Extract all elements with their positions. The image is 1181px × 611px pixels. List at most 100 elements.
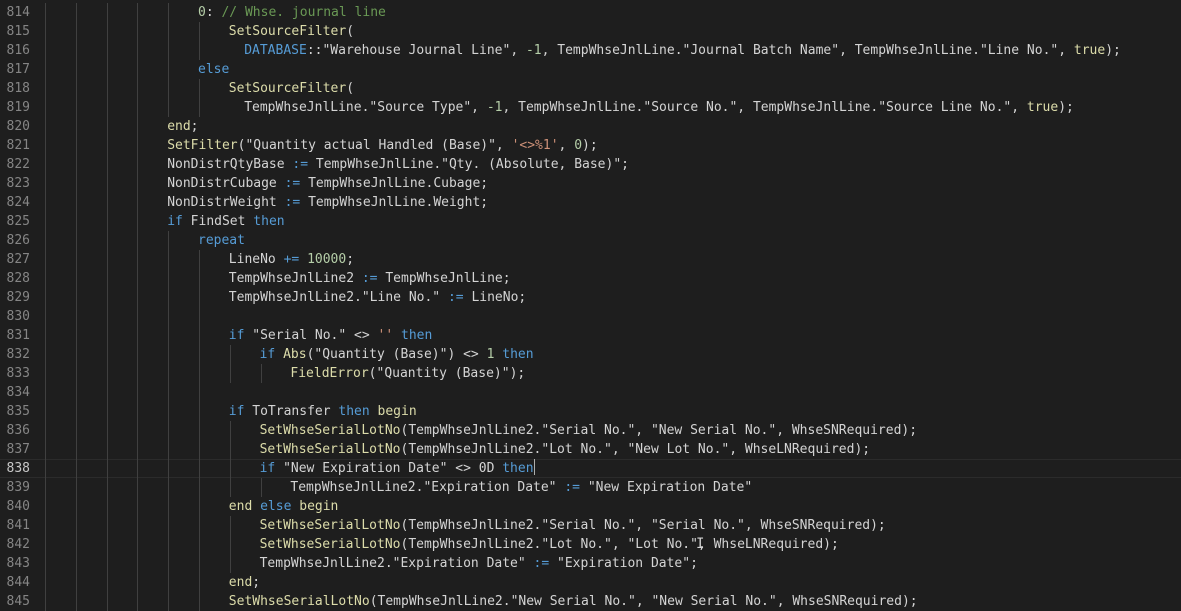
code-line[interactable]: 826 repeat — [0, 231, 1181, 250]
code-line[interactable]: 814 0: // Whse. journal line — [0, 3, 1181, 22]
code-token: := — [556, 480, 588, 495]
indent-guide — [45, 231, 46, 250]
code-line[interactable]: 822 NonDistrQtyBase := TempWhseJnlLine."Q… — [0, 155, 1181, 174]
code-line[interactable]: 816 DATABASE::"Warehouse Journal Line", -… — [0, 41, 1181, 60]
code-token: "Expiration Date" — [557, 556, 691, 571]
code-token: := — [440, 290, 472, 305]
indent-guide — [229, 421, 231, 440]
code-line[interactable]: 819 TempWhseJnlLine. "Source Type", -1, Te… — [0, 98, 1181, 117]
code-text: TempWhseJnlLine2."Line No." := LineNo; — [229, 288, 526, 307]
code-token: ; — [502, 271, 511, 286]
code-editor[interactable]: 814 0: // Whse. journal line 815 SetSourceF… — [0, 0, 1181, 611]
code-token: , — [558, 138, 575, 153]
code-line[interactable]: 818 SetSourceFilter( — [0, 79, 1181, 98]
code-line[interactable]: 842 SetWhseSerialLotNo(TempWhseJnlLine2."… — [0, 535, 1181, 554]
code-line[interactable]: 825 if FindSet then — [0, 212, 1181, 231]
code-line[interactable]: 821 SetFilter("Quantity actual Handled (B… — [0, 136, 1181, 155]
code-line[interactable]: 830 — [0, 307, 1181, 326]
indent-guide — [137, 421, 139, 440]
code-line[interactable]: 828 TempWhseJnlLine2 := TempWhseJnlLine; — [0, 269, 1181, 288]
code-token: , — [635, 518, 651, 533]
indent-guide — [168, 3, 170, 22]
code-text: SetWhseSerialLotNo(TempWhseJnlLine2."Lot… — [260, 535, 839, 554]
indent-guide — [45, 136, 46, 155]
code-line[interactable]: 838 if "New Expiration Date" <> 0D then — [0, 459, 1181, 478]
indent-guide — [137, 383, 139, 402]
code-token: , — [737, 100, 753, 115]
code-line[interactable]: 820 end; — [0, 117, 1181, 136]
code-token: "Qty. (Absolute, Base)" — [441, 157, 622, 172]
code-line[interactable]: 836 SetWhseSerialLotNo(TempWhseJnlLine2."… — [0, 421, 1181, 440]
code-line[interactable]: 824 NonDistrWeight := TempWhseJnlLine.Wei… — [0, 193, 1181, 212]
line-number: 815 — [6, 24, 30, 39]
code-token: . — [433, 157, 442, 172]
line-number: 845 — [6, 594, 30, 609]
code-token: TempWhseJnlLine — [308, 176, 426, 191]
code-line[interactable]: 840 end else begin — [0, 497, 1181, 516]
code-token: TempWhseJnlLine — [308, 195, 426, 210]
indent-guide — [137, 440, 139, 459]
code-token: ); — [901, 594, 918, 609]
indent-guide — [106, 136, 108, 155]
indent-guide — [45, 459, 46, 478]
indent-guide — [75, 22, 77, 41]
indent-guide — [199, 307, 200, 326]
code-line[interactable]: 843 TempWhseJnlLine2."Expiration Date" :=… — [0, 554, 1181, 573]
indent-guide — [168, 459, 170, 478]
indent-guide — [168, 79, 170, 98]
code-token: SetWhseSerialLotNo — [259, 518, 401, 533]
indent-guide — [168, 250, 170, 269]
code-line[interactable]: 835 if ToTransfer then begin — [0, 402, 1181, 421]
code-text: LineNo += 10000; — [229, 250, 354, 269]
indent-guide — [106, 440, 108, 459]
indent-guide — [45, 212, 46, 231]
line-number: 826 — [6, 233, 30, 248]
code-line[interactable]: 837 SetWhseSerialLotNo(TempWhseJnlLine2."… — [0, 440, 1181, 459]
indent-guide — [199, 554, 200, 573]
text-cursor-icon: I — [696, 536, 705, 552]
code-line[interactable]: 815 SetSourceFilter( — [0, 22, 1181, 41]
code-token: "New Lot No." — [627, 442, 730, 457]
code-line[interactable]: 817 else — [0, 60, 1181, 79]
code-token: end — [228, 499, 253, 514]
code-token: "Lot No." — [541, 537, 612, 552]
code-token: += — [275, 252, 308, 267]
code-line[interactable]: 832 if Abs("Quantity (Base)") <> 1 then — [0, 345, 1181, 364]
code-token: Abs — [283, 347, 307, 362]
code-line[interactable]: 833 FieldError("Quantity (Base)"); — [0, 364, 1181, 383]
code-line[interactable]: 831 if "Serial No." <> '' then — [0, 326, 1181, 345]
line-number: 831 — [6, 328, 30, 343]
indent-guide — [106, 592, 108, 611]
indent-guide — [45, 535, 46, 554]
line-number: 835 — [6, 404, 30, 419]
code-token: 0 — [574, 138, 583, 153]
code-token: then — [401, 328, 433, 343]
code-line[interactable]: 839 TempWhseJnlLine2."Expiration Date" :=… — [0, 478, 1181, 497]
indent-guide — [106, 307, 108, 326]
code-token: SetSourceFilter — [228, 81, 347, 96]
code-line[interactable]: 845 SetWhseSerialLotNo(TempWhseJnlLine2."… — [0, 592, 1181, 611]
code-token: then — [502, 347, 534, 362]
code-token: if — [259, 461, 276, 476]
code-line[interactable]: 841 SetWhseSerialLotNo(TempWhseJnlLine2."… — [0, 516, 1181, 535]
indent-guide — [168, 60, 170, 79]
code-token: begin — [299, 499, 339, 514]
line-number: 820 — [6, 119, 30, 134]
code-line[interactable]: 827 LineNo += 10000; — [0, 250, 1181, 269]
code-line[interactable]: 844 end; — [0, 573, 1181, 592]
code-line[interactable]: 834 — [0, 383, 1181, 402]
indent-guide — [229, 554, 231, 573]
code-token: . — [354, 290, 362, 305]
code-line[interactable]: 829 TempWhseJnlLine2."Line No." := LineNo… — [0, 288, 1181, 307]
code-line[interactable]: 823 NonDistrCubage := TempWhseJnlLine.Cub… — [0, 174, 1181, 193]
indent-guide — [137, 79, 139, 98]
indent-guide — [168, 535, 170, 554]
indent-guide — [168, 41, 170, 60]
code-token: "New Serial No." — [651, 594, 777, 609]
indent-guide — [75, 288, 77, 307]
indent-guide — [75, 535, 77, 554]
code-token: WhseLNRequired — [744, 442, 855, 457]
code-token: TempWhseJnlLine2 — [408, 518, 534, 533]
indent-guide — [45, 326, 46, 345]
